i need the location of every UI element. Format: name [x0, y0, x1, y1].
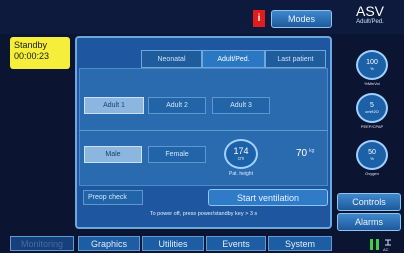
- mode-title: ASV Adult/Ped.: [340, 4, 400, 34]
- peep-value: 5: [370, 102, 374, 109]
- standby-status[interactable]: Standby 00:00:23: [10, 37, 70, 69]
- oxygen-knob[interactable]: 50 %: [356, 140, 388, 170]
- height-label: Pat. height: [229, 171, 253, 177]
- adult-2-option[interactable]: Adult 2: [148, 97, 206, 114]
- adult-3-label: Adult 3: [230, 102, 252, 109]
- mode-sub: Adult/Ped.: [356, 19, 384, 25]
- tab-neonatal-label: Neonatal: [157, 55, 186, 63]
- male-label: Male: [105, 151, 121, 158]
- minvol-value: 100: [366, 59, 378, 66]
- preop-check-button[interactable]: Preop check: [83, 190, 143, 205]
- oxygen-unit: %: [370, 156, 374, 161]
- peep-unit: cmH2O: [365, 109, 379, 114]
- power-status-icon: AC: [368, 236, 400, 252]
- adult-1-label: Adult 1: [103, 102, 125, 109]
- nav-monitoring[interactable]: Monitoring: [10, 236, 74, 251]
- peep-label: PEEP/CPAP: [360, 124, 384, 129]
- alarm-indicator[interactable]: i: [253, 10, 265, 27]
- alarms-button[interactable]: Alarms: [337, 213, 401, 231]
- male-option[interactable]: Male: [84, 146, 142, 163]
- info-icon: i: [257, 13, 261, 24]
- controls-button[interactable]: Controls: [337, 193, 401, 211]
- preop-check-label: Preop check: [88, 194, 127, 201]
- ventilator-screen: i Modes ASV Adult/Ped. Standby 00:00:23 …: [0, 0, 404, 253]
- peep-knob[interactable]: 5 cmH2O: [356, 93, 388, 123]
- status-timer: 00:00:23: [14, 51, 50, 61]
- adult-1-option[interactable]: Adult 1: [84, 97, 144, 114]
- weight-value: 70: [296, 148, 308, 159]
- tab-last-patient-label: Last patient: [277, 55, 314, 63]
- tab-adult-ped-label: Adult/Ped.: [217, 55, 250, 63]
- nav-system-label: System: [284, 238, 315, 249]
- nav-events-label: Events: [222, 238, 250, 249]
- modes-label: Modes: [287, 14, 315, 24]
- status-state: Standby: [14, 40, 48, 50]
- height-knob[interactable]: 174 cm: [224, 139, 258, 169]
- svg-text:AC: AC: [383, 247, 389, 252]
- tab-adult-ped[interactable]: Adult/Ped.: [202, 50, 265, 68]
- adult-2-label: Adult 2: [166, 102, 188, 109]
- alarms-label: Alarms: [354, 217, 383, 227]
- tab-neonatal[interactable]: Neonatal: [141, 50, 202, 68]
- female-label: Female: [165, 151, 189, 158]
- start-ventilation-button[interactable]: Start ventilation: [208, 189, 328, 206]
- modes-button[interactable]: Modes: [271, 10, 332, 28]
- tab-content-area: [79, 68, 328, 186]
- minvol-knob[interactable]: 100 %: [356, 50, 388, 80]
- controls-label: Controls: [352, 197, 386, 207]
- oxygen-value: 50: [368, 149, 376, 156]
- oxygen-label: Oxygen: [365, 171, 379, 176]
- adult-3-option[interactable]: Adult 3: [212, 97, 270, 114]
- power-off-note: To power off, press power/standby key > …: [149, 211, 258, 217]
- tab-last-patient[interactable]: Last patient: [265, 50, 326, 68]
- weight-readout[interactable]: 70 kg: [296, 148, 330, 162]
- weight-unit: kg: [309, 148, 315, 154]
- nav-graphics[interactable]: Graphics: [78, 236, 140, 251]
- nav-system[interactable]: System: [268, 236, 332, 251]
- mode-name: ASV: [355, 3, 384, 19]
- nav-utilities-label: Utilities: [158, 238, 188, 249]
- nav-monitoring-label: Monitoring: [20, 238, 64, 249]
- height-unit: cm: [237, 155, 245, 162]
- minvol-label: %MinVol: [364, 81, 380, 86]
- nav-events[interactable]: Events: [206, 236, 266, 251]
- nav-utilities[interactable]: Utilities: [142, 236, 204, 251]
- height-value: 174: [233, 145, 249, 156]
- start-ventilation-label: Start ventilation: [236, 192, 300, 203]
- minvol-unit: %: [370, 66, 374, 71]
- nav-graphics-label: Graphics: [90, 238, 127, 249]
- female-option[interactable]: Female: [148, 146, 206, 163]
- divider: [79, 130, 328, 131]
